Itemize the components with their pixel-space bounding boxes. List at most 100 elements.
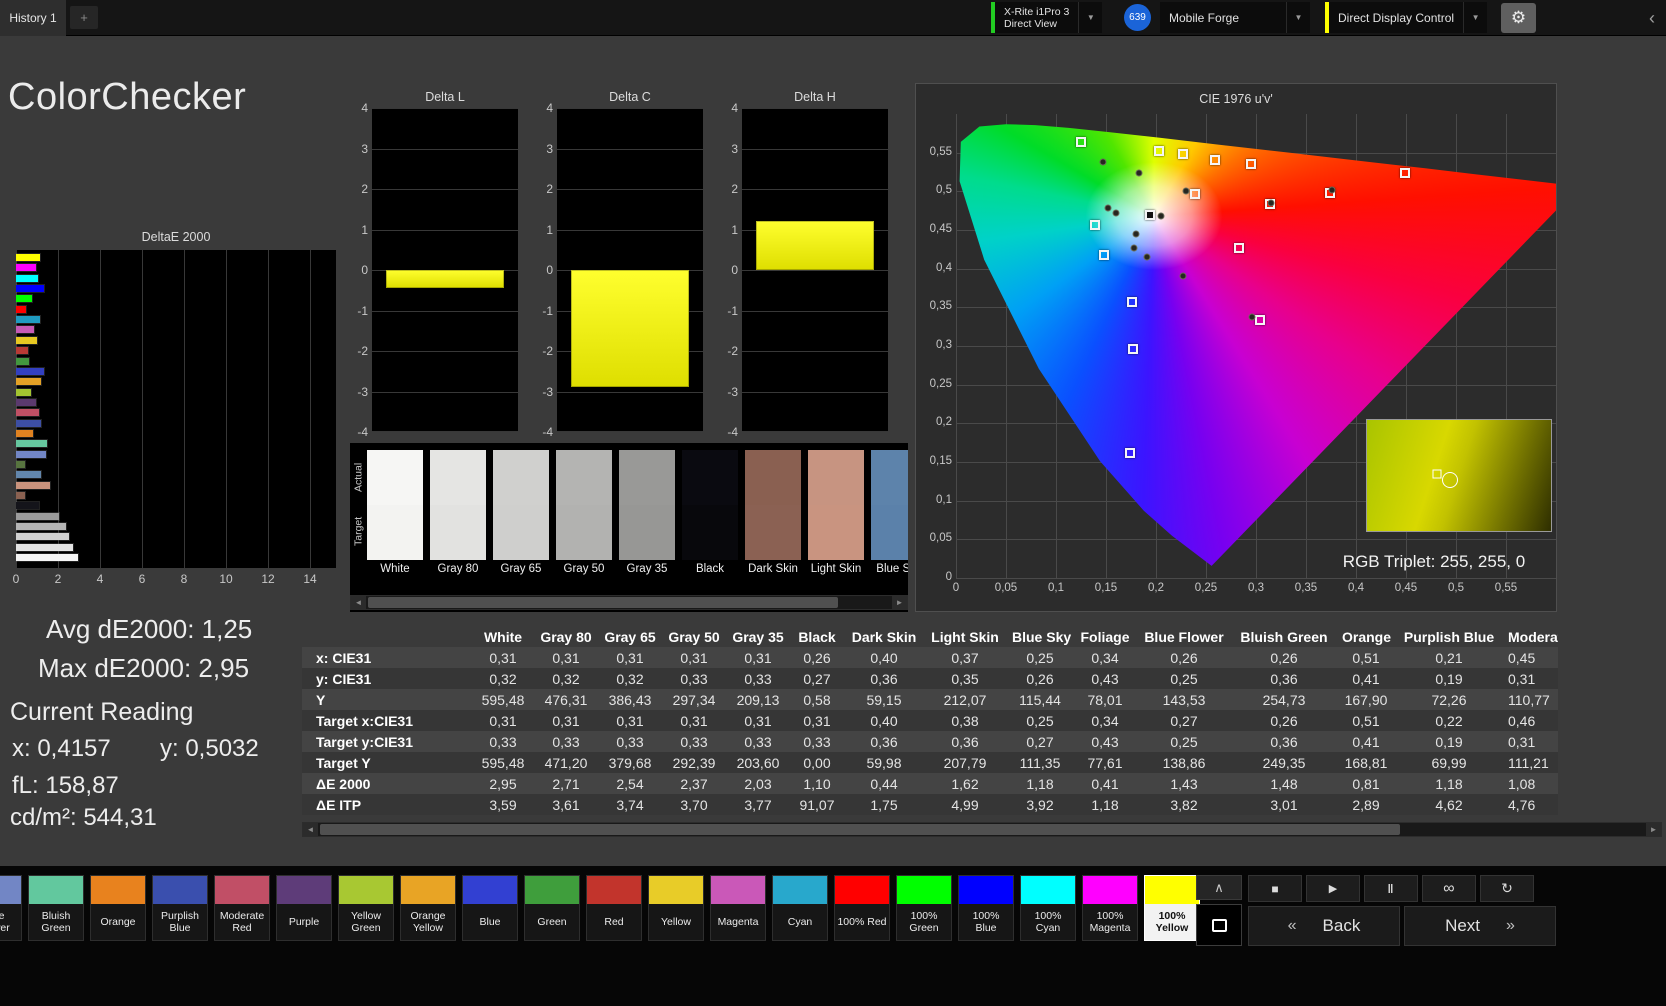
delta-value-bar	[386, 270, 504, 289]
collapse-panel-button[interactable]: ‹	[1640, 5, 1664, 31]
table-cell: 0,37	[951, 649, 979, 666]
row-label: Target y:CIE31	[316, 733, 413, 750]
cie-target-point	[1128, 344, 1138, 355]
deltae-bar-100-green	[16, 295, 33, 303]
cie-measured-point	[1135, 169, 1143, 177]
pattern-button-blue[interactable]: Blue	[462, 875, 518, 941]
collapse-toolbar-button[interactable]: ∧	[1196, 875, 1242, 900]
pattern-button-100-yellow[interactable]: 100% Yellow	[1144, 875, 1200, 941]
pattern-button-yellow[interactable]: Yellow	[648, 875, 704, 941]
stop-button[interactable]: ■	[1248, 875, 1302, 902]
pattern-button-magenta[interactable]: Magenta	[710, 875, 766, 941]
pattern-button-bluish-green[interactable]: Bluish Green	[28, 875, 84, 941]
table-cell: 0,36	[1270, 670, 1298, 687]
axis-tick-label: 12	[261, 572, 275, 586]
pattern-swatch	[215, 876, 269, 904]
pattern-window-button[interactable]	[1196, 904, 1242, 946]
deltae-bar-dark-skin	[16, 492, 26, 500]
chart-plot-area	[372, 108, 518, 432]
swatch-actual	[556, 450, 612, 505]
axis-tick-label: 2	[361, 182, 368, 196]
deltae-bar-gray-35	[16, 512, 59, 520]
pattern-button-100-red[interactable]: 100% Red	[834, 875, 890, 941]
swatch-target	[745, 505, 801, 560]
table-cell: 4,76	[1508, 796, 1536, 813]
chevron-down-icon[interactable]: ▼	[1463, 2, 1487, 33]
scroll-left-arrow[interactable]: ◄	[303, 823, 318, 836]
gridline	[226, 250, 227, 568]
pattern-button-purplish-blue[interactable]: Purplish Blue	[152, 875, 208, 941]
table-corner-cell	[302, 626, 472, 647]
table-cell: 0,25	[1170, 733, 1198, 750]
chevron-down-icon[interactable]: ▼	[1078, 2, 1102, 33]
scroll-right-arrow[interactable]: ►	[892, 596, 907, 609]
axis-tick-label: 0,45	[1394, 582, 1418, 594]
cie-target-point	[1127, 296, 1137, 307]
table-scrollbar[interactable]: ◄ ►	[302, 822, 1662, 837]
table-cell: 77,61	[1087, 754, 1123, 771]
pattern-button-red[interactable]: Red	[586, 875, 642, 941]
back-button[interactable]: « Back	[1248, 906, 1400, 946]
table-cell: 0,31	[616, 712, 644, 729]
deltae-bar-gray-80	[16, 543, 73, 551]
pattern-swatch	[463, 876, 517, 904]
swatch-label: Blue Sky	[876, 563, 908, 575]
pattern-source-dropdown[interactable]: Mobile Forge ▼	[1160, 2, 1310, 33]
pattern-swatch	[339, 876, 393, 904]
pattern-button-moderate-red[interactable]: Moderate Red	[214, 875, 270, 941]
add-tab-button[interactable]: +	[70, 6, 98, 29]
swatch-scrollbar[interactable]: ◄ ►	[350, 595, 908, 610]
swatch-actual	[367, 450, 423, 505]
loop-button[interactable]: ∞	[1422, 875, 1476, 902]
pattern-button-purple[interactable]: Purple	[276, 875, 332, 941]
meter-dropdown[interactable]: X-Rite i1Pro 3 Direct View ▼	[991, 2, 1103, 33]
axis-tick-label: -3	[727, 384, 738, 399]
play-button[interactable]: ▶	[1306, 875, 1360, 902]
table-cell: 0,00	[803, 754, 831, 771]
pattern-button-cyan[interactable]: Cyan	[772, 875, 828, 941]
pattern-button-yellow-green[interactable]: Yellow Green	[338, 875, 394, 941]
scroll-thumb[interactable]	[320, 824, 1400, 835]
scroll-thumb[interactable]	[368, 597, 838, 608]
column-header-gray-35: Gray 35	[732, 628, 784, 645]
scroll-right-arrow[interactable]: ►	[1646, 823, 1661, 836]
pattern-button-orange[interactable]: Orange	[90, 875, 146, 941]
gridline	[372, 351, 518, 352]
swatch-target	[430, 505, 486, 560]
deltae-bar-blue	[16, 367, 45, 375]
cie-measured-point	[1182, 187, 1190, 195]
refresh-button[interactable]: ↻	[1480, 875, 1534, 902]
display-control-dropdown[interactable]: Direct Display Control ▼	[1325, 2, 1488, 33]
meter-name: X-Rite i1Pro 3 Direct View	[995, 2, 1078, 33]
target-row-label: Target	[352, 516, 365, 546]
table-row: Target Y 595,48 471,20 379,68 292,39 203,60 0,…	[302, 752, 1558, 773]
pattern-button-100-blue[interactable]: 100% Blue	[958, 875, 1014, 941]
pattern-button-100-cyan[interactable]: 100% Cyan	[1020, 875, 1076, 941]
table-cell: 1,75	[870, 796, 898, 813]
table-cell: 59,98	[866, 754, 902, 771]
pattern-button-green[interactable]: Green	[524, 875, 580, 941]
table-cell: 0,26	[1270, 649, 1298, 666]
table-cell: 0,51	[1352, 649, 1380, 666]
gridline	[742, 148, 888, 150]
gridline	[557, 189, 703, 190]
deltae-bar-100-blue	[16, 285, 44, 293]
delta-value-bar	[571, 270, 689, 388]
scroll-left-arrow[interactable]: ◄	[351, 596, 366, 609]
pattern-button-orange-yellow[interactable]: Orange Yellow	[400, 875, 456, 941]
settings-button[interactable]: ⚙	[1501, 3, 1536, 33]
pattern-swatch	[587, 876, 641, 904]
history-tab[interactable]: History 1	[0, 0, 66, 36]
pattern-button-100-green[interactable]: 100% Green	[896, 875, 952, 941]
chevron-down-icon[interactable]: ▼	[1286, 2, 1310, 33]
pattern-button-100-magenta[interactable]: 100% Magenta	[1082, 875, 1138, 941]
pattern-button-blue-flower[interactable]: Blue Flower	[0, 875, 22, 941]
swatch-label: Black	[695, 563, 725, 575]
axis-tick-label: 0	[945, 571, 952, 583]
axis-tick-label: 2	[546, 182, 553, 196]
axis-tick-label: 0	[361, 263, 368, 277]
table-row: Target y:CIE31 0,33 0,33 0,33 0,33 0,33 0,33 0,…	[302, 731, 1558, 752]
pause-button[interactable]: ‖	[1364, 875, 1418, 902]
next-button[interactable]: Next »	[1404, 906, 1556, 946]
pattern-label: Yellow Green	[351, 910, 381, 934]
